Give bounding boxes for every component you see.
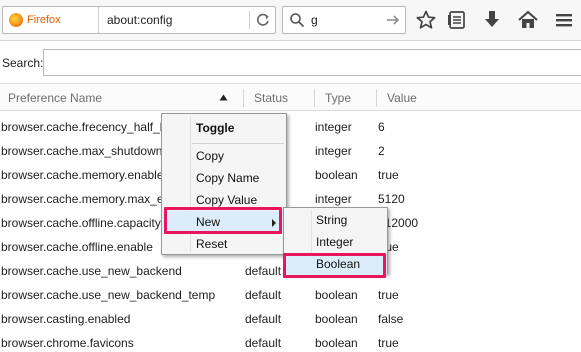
menu-item-reset[interactable]: Reset (162, 233, 286, 255)
menu-icon[interactable] (553, 9, 575, 31)
go-arrow-icon[interactable] (385, 12, 401, 28)
column-header-status[interactable]: Status (254, 85, 288, 111)
menu-item-copy-name[interactable]: Copy Name (162, 167, 286, 189)
preference-name: browser.chrome.favicons (1, 336, 134, 350)
preference-value: 0 (378, 259, 578, 283)
reload-icon[interactable] (253, 10, 273, 30)
preference-type: integer (315, 144, 352, 158)
config-search-label: Search: (2, 56, 44, 70)
config-search-input[interactable] (43, 49, 581, 76)
preference-value: true (378, 288, 399, 302)
table-row[interactable]: browser.cache.use_new_backend_temp defau… (0, 283, 581, 307)
site-identity-button[interactable]: Firefox (3, 7, 99, 33)
table-row[interactable]: browser.cache.max_shutdown_io_lag defaul… (0, 139, 581, 163)
menu-item-copy[interactable]: Copy (162, 145, 286, 167)
preference-name: browser.cache.use_new_backend (1, 264, 182, 278)
column-divider[interactable] (243, 89, 244, 107)
preference-value: true (378, 240, 399, 254)
search-icon[interactable] (289, 12, 305, 28)
preference-value: true (378, 336, 399, 350)
table-row[interactable]: browser.cache.memory.enable default bool… (0, 163, 581, 187)
web-search-input[interactable]: g (311, 7, 318, 33)
menu-separator (192, 143, 284, 144)
submenu-item-string[interactable]: String (284, 209, 387, 231)
preference-value: 5120 (378, 192, 405, 206)
column-header-value[interactable]: Value (387, 85, 417, 111)
preference-value: 6 (378, 120, 385, 134)
config-search-row: Search: (0, 42, 581, 84)
preference-value: false (378, 312, 404, 326)
urlbar-divider (249, 11, 250, 29)
preferences-table-header: Preference Name Status Type Value (0, 85, 581, 111)
menu-item-toggle[interactable]: Toggle (162, 117, 286, 139)
highlight-box-new (164, 207, 282, 234)
home-icon[interactable] (517, 9, 539, 31)
url-bar[interactable]: Firefox about:config (2, 6, 276, 34)
sort-ascending-icon (219, 94, 228, 101)
preference-type: boolean (315, 168, 358, 182)
download-icon[interactable] (481, 9, 503, 31)
submenu-item-integer[interactable]: Integer (284, 231, 387, 253)
column-header-preference-name[interactable]: Preference Name (8, 85, 102, 111)
preference-name: browser.casting.enabled (1, 312, 131, 326)
table-row[interactable]: browser.chrome.favicons default boolean … (0, 331, 581, 352)
preference-status: default (245, 336, 282, 350)
column-divider[interactable] (314, 89, 315, 107)
preference-status: default (245, 312, 282, 326)
preference-type: boolean (315, 336, 358, 350)
web-search-bar[interactable]: g (282, 6, 406, 34)
preference-type: integer (315, 120, 352, 134)
preference-status: default (245, 288, 282, 302)
preference-type: boolean (315, 312, 358, 326)
preference-type: boolean (315, 288, 358, 302)
reading-list-icon[interactable] (446, 9, 468, 31)
highlight-box-boolean (283, 253, 386, 278)
url-text[interactable]: about:config (107, 7, 172, 33)
firefox-logo-icon (9, 13, 23, 27)
preference-value: true (378, 168, 399, 182)
column-header-type[interactable]: Type (325, 85, 351, 111)
bookmark-star-icon[interactable] (415, 9, 437, 31)
table-row[interactable]: browser.casting.enabled default boolean … (0, 307, 581, 331)
navigation-toolbar: Firefox about:config g (0, 0, 581, 41)
preference-value: 2 (378, 144, 385, 158)
column-divider[interactable] (376, 89, 377, 107)
table-row[interactable]: browser.cache.frecency_half_life_hours d… (0, 115, 581, 139)
preference-value: 512000 (378, 216, 419, 230)
preference-name: browser.cache.use_new_backend_temp (1, 288, 216, 302)
browser-brand-label: Firefox (27, 14, 61, 26)
